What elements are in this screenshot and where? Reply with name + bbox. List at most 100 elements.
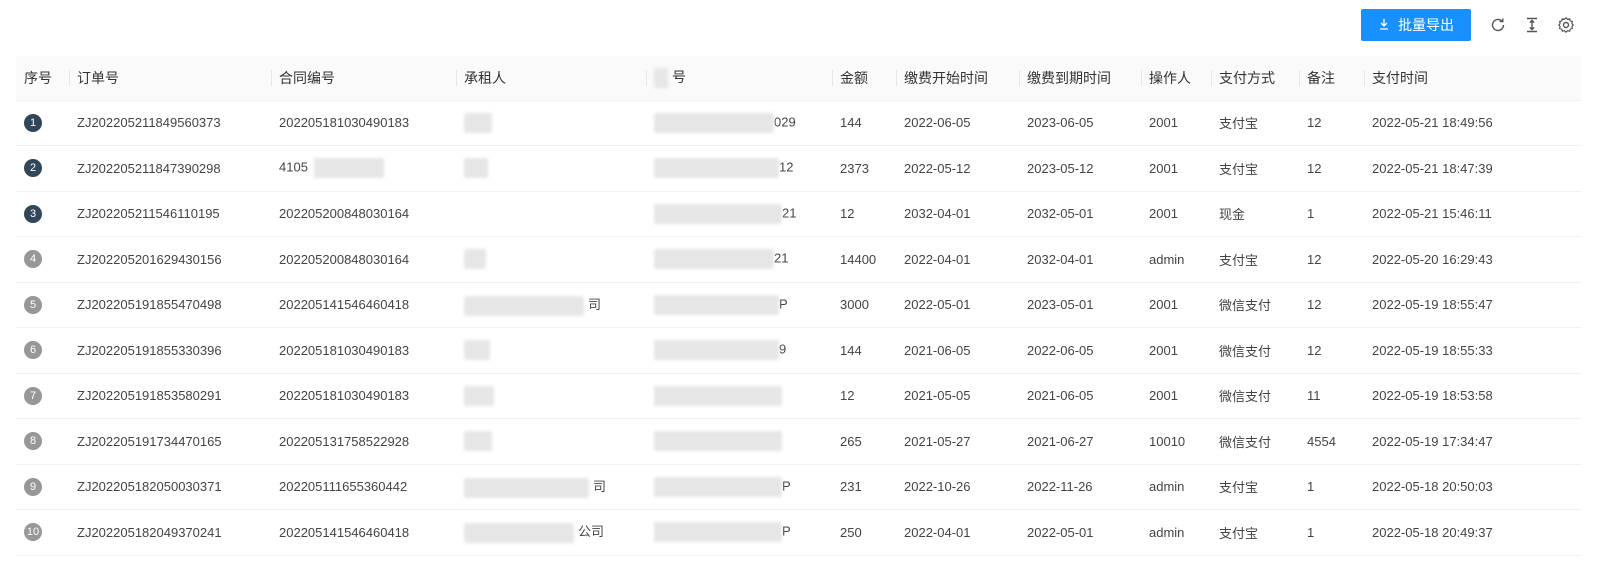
contract-no-cell: 202205141546460418 bbox=[271, 509, 456, 556]
redacted-block bbox=[654, 385, 782, 406]
pay-method-cell: 微信支付 bbox=[1211, 373, 1299, 419]
table-row[interactable]: 7 ZJ202205191853580291 202205181030490183 1… bbox=[16, 373, 1581, 419]
amount-cell: 12 bbox=[832, 373, 896, 419]
order-no-cell: ZJ202205211847390298 bbox=[69, 145, 271, 192]
redacted-block bbox=[464, 158, 488, 179]
tenant-text: 公司 bbox=[578, 524, 605, 540]
pay-method-cell: 支付宝 bbox=[1211, 236, 1299, 283]
operator-cell: 2001 bbox=[1141, 373, 1211, 419]
operator-cell: 2001 bbox=[1141, 191, 1211, 237]
note-cell: 12 bbox=[1299, 327, 1364, 374]
redacted-block bbox=[654, 294, 779, 315]
operator-cell: 2001 bbox=[1141, 327, 1211, 374]
tenant-cell: 司 bbox=[456, 282, 646, 328]
col-header-contract-no: 合同编号 bbox=[271, 56, 456, 101]
table-row[interactable]: 5 ZJ202205191855470498 202205141546460418 司… bbox=[16, 282, 1581, 328]
redacted-block bbox=[654, 68, 668, 89]
redacted-block bbox=[464, 477, 589, 498]
note-cell: 12 bbox=[1299, 236, 1364, 283]
operator-cell: admin bbox=[1141, 236, 1211, 283]
id-no-cell: P bbox=[646, 509, 832, 556]
redacted-block bbox=[464, 385, 494, 406]
start-time-cell: 2022-04-01 bbox=[896, 236, 1019, 283]
row-index-badge: 5 bbox=[24, 295, 42, 314]
end-time-cell: 2023-05-01 bbox=[1019, 282, 1141, 328]
end-time-cell: 2022-05-01 bbox=[1019, 509, 1141, 556]
id-no-cell: 029 bbox=[646, 100, 832, 146]
id-no-tail-text: 029 bbox=[774, 114, 796, 130]
contract-no-cell: 202205141546460418 bbox=[271, 282, 456, 328]
start-time-cell: 2021-06-05 bbox=[896, 327, 1019, 374]
end-time-cell: 2022-06-05 bbox=[1019, 327, 1141, 374]
pay-time-cell: 2022-05-20 16:29:43 bbox=[1364, 236, 1581, 283]
order-no-cell: ZJ202205191734470165 bbox=[69, 418, 271, 465]
contract-no-text: 202205141546460418 bbox=[279, 297, 410, 313]
tenant-cell bbox=[456, 100, 646, 146]
col-header-start-time: 缴费开始时间 bbox=[896, 56, 1019, 101]
table-row[interactable]: 4 ZJ202205201629430156 202205200848030164 2… bbox=[16, 236, 1581, 283]
amount-cell: 265 bbox=[832, 418, 896, 465]
table-row[interactable]: 10 ZJ202205182049370241 202205141546460418… bbox=[16, 509, 1581, 556]
end-time-cell: 2032-05-01 bbox=[1019, 191, 1141, 237]
pay-method-cell: 微信支付 bbox=[1211, 418, 1299, 465]
table-row[interactable]: 9 ZJ202205182050030371 202205111655360442 司… bbox=[16, 464, 1581, 510]
order-no-cell: ZJ202205182049370241 bbox=[69, 509, 271, 556]
table-row[interactable]: 3 ZJ202205211546110195 202205200848030164 2… bbox=[16, 191, 1581, 237]
operator-cell: 2001 bbox=[1141, 145, 1211, 192]
batch-export-button[interactable]: 批量导出 bbox=[1361, 9, 1471, 41]
tenant-cell bbox=[456, 191, 646, 237]
tenant-text: 司 bbox=[593, 478, 607, 494]
note-cell: 12 bbox=[1299, 100, 1364, 146]
redacted-block bbox=[464, 249, 486, 270]
redacted-block bbox=[464, 112, 492, 133]
col-header-pay-method: 支付方式 bbox=[1211, 56, 1299, 101]
row-index-cell: 10 bbox=[16, 509, 69, 556]
start-time-cell: 2022-10-26 bbox=[896, 464, 1019, 510]
id-no-cell bbox=[646, 373, 832, 419]
table-row[interactable]: 6 ZJ202205191855330396 202205181030490183 9… bbox=[16, 327, 1581, 374]
pay-time-cell: 2022-05-18 20:49:37 bbox=[1364, 509, 1581, 556]
row-index-badge: 9 bbox=[24, 477, 42, 496]
operator-cell: 10010 bbox=[1141, 418, 1211, 465]
contract-no-text: 202205141546460418 bbox=[279, 524, 410, 540]
pay-time-cell: 2022-05-18 20:50:03 bbox=[1364, 464, 1581, 510]
id-no-cell: 21 bbox=[646, 236, 832, 283]
reload-icon[interactable] bbox=[1481, 9, 1515, 41]
redacted-block bbox=[464, 431, 492, 452]
id-no-cell: 9 bbox=[646, 327, 832, 374]
row-index-cell: 1 bbox=[16, 100, 69, 146]
row-index-badge: 7 bbox=[24, 386, 42, 405]
table-toolbar: 批量导出 bbox=[1361, 9, 1583, 41]
column-height-icon[interactable] bbox=[1515, 9, 1549, 41]
contract-no-cell: 202205181030490183 bbox=[271, 327, 456, 374]
contract-no-text: 202205131758522928 bbox=[279, 433, 410, 449]
start-time-cell: 2021-05-05 bbox=[896, 373, 1019, 419]
tenant-cell bbox=[456, 327, 646, 374]
operator-cell: 2001 bbox=[1141, 100, 1211, 146]
pay-time-cell: 2022-05-19 17:34:47 bbox=[1364, 418, 1581, 465]
redacted-block bbox=[313, 158, 384, 179]
redacted-block bbox=[654, 476, 782, 497]
table-row[interactable]: 1 ZJ202205211849560373 202205181030490183 0… bbox=[16, 100, 1581, 146]
amount-cell: 14400 bbox=[832, 236, 896, 283]
redacted-block bbox=[654, 249, 774, 270]
setting-icon[interactable] bbox=[1549, 9, 1583, 41]
row-index-badge: 1 bbox=[24, 113, 42, 132]
order-no-cell: ZJ202205201629430156 bbox=[69, 236, 271, 283]
start-time-cell: 2021-05-27 bbox=[896, 418, 1019, 465]
contract-no-text: 202205200848030164 bbox=[279, 251, 410, 267]
table-row[interactable]: 8 ZJ202205191734470165 202205131758522928 2… bbox=[16, 418, 1581, 465]
pay-time-cell: 2022-05-21 18:49:56 bbox=[1364, 100, 1581, 146]
contract-no-cell: 202205181030490183 bbox=[271, 373, 456, 419]
contract-no-cell: 202205200848030164 bbox=[271, 236, 456, 283]
note-cell: 11 bbox=[1299, 373, 1364, 419]
orders-table-wrap: 序号 订单号 合同编号 承租人 号 金额 缴费开始时间 缴费到期时间 操作人 支… bbox=[16, 56, 1581, 556]
amount-cell: 144 bbox=[832, 100, 896, 146]
table-row[interactable]: 2 ZJ202205211847390298 4105 12 2373 2022-05-1… bbox=[16, 145, 1581, 192]
contract-no-text: 202205111655360442 bbox=[279, 479, 408, 495]
id-no-tail-text: P bbox=[779, 296, 788, 312]
operator-cell: admin bbox=[1141, 509, 1211, 556]
row-index-badge: 2 bbox=[24, 159, 42, 178]
start-time-cell: 2022-05-12 bbox=[896, 145, 1019, 192]
order-no-cell: ZJ202205211546110195 bbox=[69, 191, 271, 237]
